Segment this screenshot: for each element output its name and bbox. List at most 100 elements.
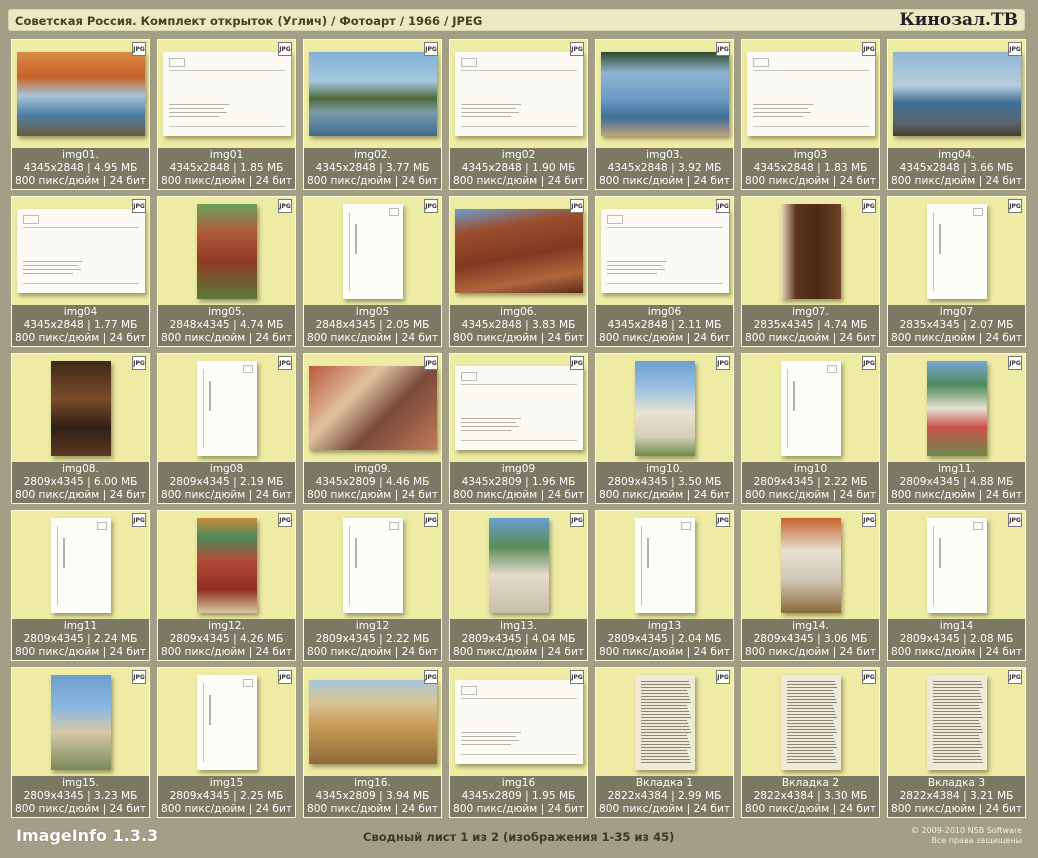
thumbnail-card[interactable]: JPG img07. 2835x4345 | 4.74 МБ 800 пикс/дюй… — [741, 196, 880, 347]
thumbnail-area — [12, 354, 149, 462]
thumbnail-area — [596, 668, 733, 776]
caption-dims: 2809x4345 | 2.24 МБ — [23, 633, 138, 645]
thumbnail-card[interactable]: JPG Вкладка 2 2822x4384 | 3.30 МБ 800 пикс/… — [741, 667, 880, 818]
postcard-back-thumbnail — [162, 52, 291, 136]
thumbnail-card[interactable]: JPG img08. 2809x4345 | 6.00 МБ 800 пикс/дюй… — [11, 353, 150, 504]
caption-dims: 2809x4345 | 3.06 МБ — [753, 633, 868, 645]
thumbnail-area — [596, 354, 733, 462]
jpg-file-icon: JPG — [132, 42, 146, 56]
thumbnail-grid: JPG img01. 4345x2848 | 4.95 МБ 800 пикс/дюй… — [11, 39, 1026, 818]
caption-meta: 800 пикс/дюйм | 24 бит — [14, 489, 147, 501]
thumbnail-area — [12, 197, 149, 305]
thumbnail-caption: img14. 2809x4345 | 3.06 МБ 800 пикс/дюйм |… — [742, 619, 879, 660]
thumbnail-card[interactable]: JPG img10. 2809x4345 | 3.50 МБ 800 пикс/дюй… — [595, 353, 734, 504]
caption-dims: 4345x2809 | 1.95 МБ — [461, 790, 576, 802]
caption-dims: 4345x2848 | 3.92 МБ — [607, 162, 722, 174]
text-page-thumbnail — [780, 674, 841, 770]
thumbnail-card[interactable]: JPG img05 2848x4345 | 2.05 МБ 800 пикс/дюйм… — [303, 196, 442, 347]
caption-dims: 4345x2809 | 3.94 МБ — [315, 790, 430, 802]
caption-meta: 800 пикс/дюйм | 24 бит — [14, 803, 147, 815]
thumbnail-card[interactable]: JPG img04 4345x2848 | 1.77 МБ 800 пикс/дюйм… — [11, 196, 150, 347]
photo-thumbnail — [488, 517, 549, 613]
thumbnail-card[interactable]: JPG img01. 4345x2848 | 4.95 МБ 800 пикс/дюй… — [11, 39, 150, 190]
thumbnail-card[interactable]: JPG img11 2809x4345 | 2.24 МБ 800 пикс/дюйм… — [11, 510, 150, 661]
caption-dims: 4345x2809 | 4.46 МБ — [315, 476, 430, 488]
caption-dims: 4345x2848 | 2.11 МБ — [607, 319, 722, 331]
thumbnail-card[interactable]: JPG img03. 4345x2848 | 3.92 МБ 800 пикс/дюй… — [595, 39, 734, 190]
jpg-file-icon: JPG — [278, 513, 292, 527]
thumbnail-area — [888, 511, 1025, 619]
jpg-file-icon: JPG — [862, 513, 876, 527]
caption-meta: 800 пикс/дюйм | 24 бит — [14, 646, 147, 658]
thumbnail-card[interactable]: JPG Вкладка 1 2822x4384 | 2.99 МБ 800 пикс/… — [595, 667, 734, 818]
photo-thumbnail — [308, 52, 437, 136]
photo-thumbnail — [780, 517, 841, 613]
thumbnail-card[interactable]: JPG img05. 2848x4345 | 4.74 МБ 800 пикс/дюй… — [157, 196, 296, 347]
postcard-back-thumbnail — [454, 366, 583, 450]
thumbnail-card[interactable]: JPG img04. 4345x2848 | 3.66 МБ 800 пикс/дюй… — [887, 39, 1026, 190]
thumbnail-caption: img02 4345x2848 | 1.90 МБ 800 пикс/дюйм | … — [450, 148, 587, 189]
thumbnail-card[interactable]: JPG img15. 2809x4345 | 3.23 МБ 800 пикс/дюй… — [11, 667, 150, 818]
thumbnail-area — [158, 668, 295, 776]
thumbnail-card[interactable]: JPG img06 4345x2848 | 2.11 МБ 800 пикс/дюйм… — [595, 196, 734, 347]
thumbnail-caption: img12 2809x4345 | 2.22 МБ 800 пикс/дюйм | … — [304, 619, 441, 660]
thumbnail-card[interactable]: JPG img12 2809x4345 | 2.22 МБ 800 пикс/дюйм… — [303, 510, 442, 661]
thumbnail-card[interactable]: JPG img09 4345x2809 | 1.96 МБ 800 пикс/дюйм… — [449, 353, 588, 504]
caption-meta: 800 пикс/дюйм | 24 бит — [890, 803, 1023, 815]
thumbnail-card[interactable]: JPG img09. 4345x2809 | 4.46 МБ 800 пикс/дюй… — [303, 353, 442, 504]
caption-dims: 4345x2809 | 1.96 МБ — [461, 476, 576, 488]
caption-meta: 800 пикс/дюйм | 24 бит — [306, 646, 439, 658]
caption-name: img10. — [646, 463, 683, 475]
thumbnail-caption: img07 2835x4345 | 2.07 МБ 800 пикс/дюйм | … — [888, 305, 1025, 346]
thumbnail-card[interactable]: JPG img12. 2809x4345 | 4.26 МБ 800 пикс/дюй… — [157, 510, 296, 661]
thumbnail-card[interactable]: JPG img10 2809x4345 | 2.22 МБ 800 пикс/дюйм… — [741, 353, 880, 504]
thumbnail-caption: img06 4345x2848 | 2.11 МБ 800 пикс/дюйм | … — [596, 305, 733, 346]
caption-name: img02. — [354, 149, 391, 161]
thumbnail-card[interactable]: JPG img08 2809x4345 | 2.19 МБ 800 пикс/дюйм… — [157, 353, 296, 504]
caption-meta: 800 пикс/дюйм | 24 бит — [452, 646, 585, 658]
thumbnail-card[interactable]: JPG img06. 4345x2848 | 3.83 МБ 800 пикс/дюй… — [449, 196, 588, 347]
thumbnail-caption: img02. 4345x2848 | 3.77 МБ 800 пикс/дюйм |… — [304, 148, 441, 189]
caption-meta: 800 пикс/дюйм | 24 бит — [890, 489, 1023, 501]
caption-dims: 2822x4384 | 3.21 МБ — [899, 790, 1014, 802]
caption-meta: 800 пикс/дюйм | 24 бит — [598, 646, 731, 658]
thumbnail-card[interactable]: JPG img13 2809x4345 | 2.04 МБ 800 пикс/дюйм… — [595, 510, 734, 661]
thumbnail-card[interactable]: JPG img14 2809x4345 | 2.08 МБ 800 пикс/дюйм… — [887, 510, 1026, 661]
jpg-file-icon: JPG — [132, 513, 146, 527]
thumbnail-card[interactable]: JPG img11. 2809x4345 | 4.88 МБ 800 пикс/дюй… — [887, 353, 1026, 504]
caption-dims: 2848x4345 | 2.05 МБ — [315, 319, 430, 331]
photo-thumbnail — [892, 52, 1021, 136]
thumbnail-area — [158, 40, 295, 148]
thumbnail-card[interactable]: JPG Вкладка 3 2822x4384 | 3.21 МБ 800 пикс/… — [887, 667, 1026, 818]
thumbnail-caption: img10 2809x4345 | 2.22 МБ 800 пикс/дюйм | … — [742, 462, 879, 503]
photo-thumbnail — [308, 680, 437, 764]
thumbnail-card[interactable]: JPG img16 4345x2809 | 1.95 МБ 800 пикс/дюйм… — [449, 667, 588, 818]
caption-meta: 800 пикс/дюйм | 24 бит — [306, 332, 439, 344]
thumbnail-card[interactable]: JPG img13. 2809x4345 | 4.04 МБ 800 пикс/дюй… — [449, 510, 588, 661]
thumbnail-card[interactable]: JPG img14. 2809x4345 | 3.06 МБ 800 пикс/дюй… — [741, 510, 880, 661]
thumbnail-card[interactable]: JPG img07 2835x4345 | 2.07 МБ 800 пикс/дюйм… — [887, 196, 1026, 347]
jpg-file-icon: JPG — [132, 199, 146, 213]
thumbnail-card[interactable]: JPG img16. 4345x2809 | 3.94 МБ 800 пикс/дюй… — [303, 667, 442, 818]
postcard-back-thumbnail — [600, 209, 729, 293]
thumbnail-card[interactable]: JPG img01 4345x2848 | 1.85 МБ 800 пикс/дюйм… — [157, 39, 296, 190]
title-bar: Советская Россия. Комплект открыток (Угл… — [8, 9, 1025, 31]
caption-name: img13. — [500, 620, 537, 632]
thumbnail-area — [450, 668, 587, 776]
jpg-file-icon: JPG — [424, 356, 438, 370]
caption-meta: 800 пикс/дюйм | 24 бит — [598, 175, 731, 187]
thumbnail-card[interactable]: JPG img02 4345x2848 | 1.90 МБ 800 пикс/дюйм… — [449, 39, 588, 190]
caption-name: img09 — [501, 463, 536, 475]
rights-line: Все права защищены — [931, 836, 1022, 845]
sheet-title: Советская Россия. Комплект открыток (Угл… — [15, 14, 483, 28]
caption-name: Вкладка 1 — [635, 777, 694, 789]
thumbnail-card[interactable]: JPG img02. 4345x2848 | 3.77 МБ 800 пикс/дюй… — [303, 39, 442, 190]
thumbnail-area — [450, 40, 587, 148]
caption-meta: 800 пикс/дюйм | 24 бит — [598, 332, 731, 344]
thumbnail-area — [158, 197, 295, 305]
thumbnail-card[interactable]: JPG img03 4345x2848 | 1.83 МБ 800 пикс/дюйм… — [741, 39, 880, 190]
caption-meta: 800 пикс/дюйм | 24 бит — [160, 803, 293, 815]
thumbnail-card[interactable]: JPG img15 2809x4345 | 2.25 МБ 800 пикс/дюйм… — [157, 667, 296, 818]
postcard-back-thumbnail — [342, 517, 403, 613]
thumbnail-area — [742, 40, 879, 148]
